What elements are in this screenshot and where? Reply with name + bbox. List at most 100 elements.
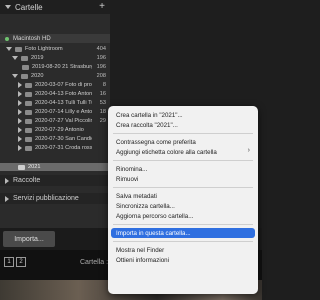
lightroom-library-window: Cartelle + Macintosh HD Foto Lightroom 4… xyxy=(0,0,262,300)
folder-icon xyxy=(25,82,32,88)
folder-label: 2021 xyxy=(28,164,41,170)
folder-icon xyxy=(25,118,32,124)
folder-label: 2020-07-14 Lilly e Antonio xyxy=(35,109,92,115)
expand-triangle-icon[interactable] xyxy=(18,136,22,142)
expand-triangle-icon[interactable] xyxy=(18,109,22,115)
folder-label: 2019 xyxy=(31,55,44,61)
menu-get-info[interactable]: Ottieni informazioni xyxy=(108,255,258,265)
folder-count: 53 xyxy=(99,100,106,106)
folder-label: 2020-07-30 San Candido xyxy=(35,136,92,142)
tree-row-2020-07-14[interactable]: 2020-07-14 Lilly e Antonio 18 xyxy=(0,108,110,116)
folder-label: 2020 xyxy=(31,73,44,79)
menu-label: Importa in questa cartella... xyxy=(116,229,191,237)
folder-count: 196 xyxy=(96,64,106,70)
menu-label: Rinomina... xyxy=(116,165,148,173)
folder-label: 2020-07-29 Antonio xyxy=(35,127,84,133)
folder-icon xyxy=(18,164,25,170)
folder-icon xyxy=(21,73,28,79)
folder-label: 2020-03-07 Foto di prova in casa xyxy=(35,82,92,88)
folder-icon xyxy=(25,145,32,151)
section-raccolte[interactable]: Raccolte xyxy=(0,175,110,186)
expand-triangle-icon[interactable] xyxy=(12,74,18,78)
menu-label: Aggiungi etichetta colore alla cartella xyxy=(116,148,217,156)
menu-label: Sincronizza cartella... xyxy=(116,202,175,210)
tree-row-2020-07-30[interactable]: 2020-07-30 San Candido xyxy=(0,135,110,143)
tree-row-2020-07-29[interactable]: 2020-07-29 Antonio xyxy=(0,126,110,134)
tree-row-foto-lightroom[interactable]: Foto Lightroom 404 xyxy=(0,45,110,53)
folder-icon xyxy=(25,127,32,133)
page-button-2[interactable]: 2 xyxy=(16,257,26,267)
folder-icon xyxy=(25,100,32,106)
volume-status-icon xyxy=(5,36,9,41)
menu-create-collection[interactable]: Crea raccolta "2021"... xyxy=(108,120,258,130)
folder-count: 404 xyxy=(96,46,106,52)
menu-rename[interactable]: Rinomina... xyxy=(108,164,258,174)
expand-triangle-icon[interactable] xyxy=(5,177,9,184)
expand-triangle-icon[interactable] xyxy=(12,56,18,60)
menu-update-folder-path[interactable]: Aggiorna percorso cartella... xyxy=(108,211,258,221)
expand-triangle-icon[interactable] xyxy=(18,145,22,151)
tree-row-2020-07-27[interactable]: 2020-07-27 Val Piccolino 29 xyxy=(0,117,110,125)
volume-row[interactable]: Macintosh HD xyxy=(0,34,110,43)
menu-separator xyxy=(113,133,253,134)
menu-separator xyxy=(113,160,253,161)
page-button-1[interactable]: 1 xyxy=(4,257,14,267)
folder-icon xyxy=(22,64,29,70)
menu-create-folder[interactable]: Crea cartella in "2021"... xyxy=(108,110,258,120)
folder-icon xyxy=(25,109,32,115)
menu-label: Rimuovi xyxy=(116,175,139,183)
volume-label: Macintosh HD xyxy=(13,35,51,42)
tree-row-2020-04-13-a[interactable]: 2020-04-13 Foto Antonio e Fiori 16 xyxy=(0,90,110,98)
folders-panel-header[interactable]: Cartelle xyxy=(0,0,110,14)
folder-icon xyxy=(15,46,22,52)
tree-row-strasburgo[interactable]: 2019-08-20 21 Strasburgo 196 xyxy=(0,63,110,71)
expand-triangle-icon[interactable] xyxy=(6,47,12,51)
tree-row-2021-selected[interactable]: 2021 xyxy=(0,163,110,171)
folder-label: 2020-07-27 Val Piccolino xyxy=(35,118,92,124)
section-label: Servizi pubblicazione xyxy=(13,195,79,202)
menu-separator xyxy=(113,187,253,188)
folder-context-menu: Crea cartella in "2021"... Crea raccolta… xyxy=(108,106,258,294)
menu-import-into-folder[interactable]: Importa in questa cartella... xyxy=(111,228,255,238)
folder-label: 2019-08-20 21 Strasburgo xyxy=(32,64,92,70)
menu-remove[interactable]: Rimuovi xyxy=(108,174,258,184)
tree-row-2020-04-13-b[interactable]: 2020-04-13 Tulli Tulli Tulli pan 53 xyxy=(0,99,110,107)
chevron-right-icon: › xyxy=(247,147,250,154)
folder-icon xyxy=(25,136,32,142)
expand-triangle-icon[interactable] xyxy=(18,100,22,106)
folder-count: 196 xyxy=(96,55,106,61)
folder-label: 2020-04-13 Foto Antonio e Fiori xyxy=(35,91,92,97)
expand-triangle-icon[interactable] xyxy=(18,82,22,88)
tree-row-2020-03-07[interactable]: 2020-03-07 Foto di prova in casa 8 xyxy=(0,81,110,89)
folders-panel: Cartelle + Macintosh HD Foto Lightroom 4… xyxy=(0,0,110,228)
section-servizi-pubblicazione[interactable]: Servizi pubblicazione xyxy=(0,193,110,204)
expand-triangle-icon[interactable] xyxy=(18,127,22,133)
menu-label: Crea cartella in "2021"... xyxy=(116,111,183,119)
expand-triangle-icon[interactable] xyxy=(5,195,9,202)
menu-show-in-finder[interactable]: Mostra nel Finder xyxy=(108,245,258,255)
menu-separator xyxy=(113,224,253,225)
menu-separator xyxy=(113,241,253,242)
folder-label: 2020-07-31 Croda rossa xyxy=(35,145,92,151)
panel-title: Cartelle xyxy=(15,2,43,12)
menu-label: Ottieni informazioni xyxy=(116,256,169,264)
expand-triangle-icon[interactable] xyxy=(18,91,22,97)
menu-add-color-label[interactable]: Aggiungi etichetta colore alla cartella … xyxy=(108,147,258,157)
tree-row-2020-07-31[interactable]: 2020-07-31 Croda rossa xyxy=(0,144,110,152)
expand-triangle-icon[interactable] xyxy=(18,118,22,124)
menu-mark-favorite[interactable]: Contrassegna come preferita xyxy=(108,137,258,147)
folder-count: 208 xyxy=(96,73,106,79)
menu-label: Aggiorna percorso cartella... xyxy=(116,212,194,220)
folder-count: 8 xyxy=(102,82,106,88)
menu-label: Crea raccolta "2021"... xyxy=(116,121,178,129)
folder-count: 16 xyxy=(99,91,106,97)
import-button[interactable]: Importa... xyxy=(3,231,55,247)
menu-label: Salva metadati xyxy=(116,192,157,200)
tree-row-2020[interactable]: 2020 208 xyxy=(0,72,110,80)
menu-sync-folder[interactable]: Sincronizza cartella... xyxy=(108,201,258,211)
folder-icon xyxy=(21,55,28,61)
add-folder-button[interactable]: + xyxy=(97,2,107,12)
tree-row-2019[interactable]: 2019 196 xyxy=(0,54,110,62)
collapse-triangle-icon[interactable] xyxy=(5,5,11,9)
menu-save-metadata[interactable]: Salva metadati xyxy=(108,191,258,201)
